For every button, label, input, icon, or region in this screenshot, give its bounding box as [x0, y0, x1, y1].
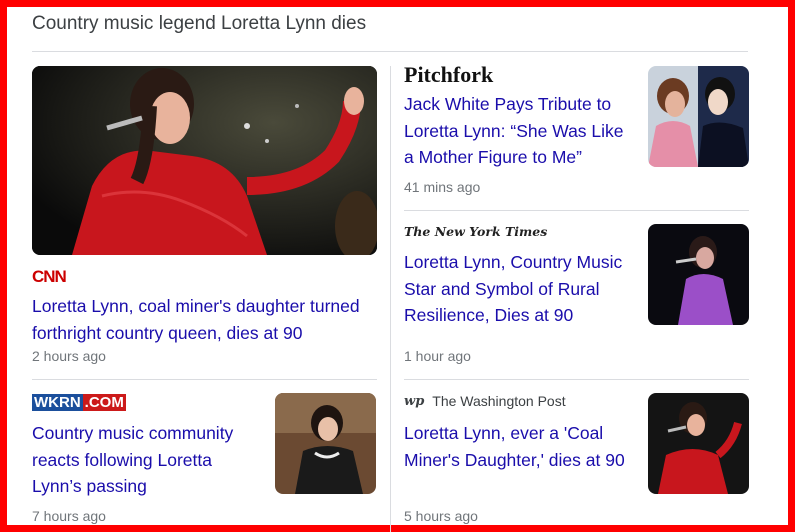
article-title-wapo[interactable]: Loretta Lynn, ever a 'Coal Miner's Daugh… — [404, 420, 644, 473]
title-line: a Mother Figure to Me” — [404, 147, 582, 167]
photo-illustration — [32, 66, 377, 255]
photo-illustration — [648, 393, 749, 494]
title-line: Loretta Lynn: “She Was Like — [404, 120, 624, 141]
column-divider — [390, 66, 391, 532]
wkrn-logo-part: WKRN — [32, 394, 83, 411]
publisher-wkrn-logo: WKRN .COM — [32, 394, 126, 411]
title-line: Country music community — [32, 423, 234, 443]
photo-illustration — [648, 66, 749, 167]
wp-logo-icon: wp — [404, 393, 425, 409]
article-time: 1 hour ago — [404, 348, 471, 364]
divider — [32, 51, 748, 52]
article-time: 7 hours ago — [32, 508, 106, 524]
title-line: Miner's Daughter,' dies at 90 — [404, 449, 625, 470]
wkrn-logo-part: .COM — [82, 394, 126, 411]
title-line: Lynn’s passing — [32, 476, 147, 496]
photo-illustration — [275, 393, 376, 494]
article-time: 41 mins ago — [404, 179, 481, 195]
title-line: Loretta Lynn, ever a 'Coal — [404, 423, 604, 443]
publisher-washington-post: wp The Washington Post — [404, 393, 566, 409]
title-line: Loretta Lynn, coal miner's daughter turn… — [32, 296, 360, 316]
title-line: Resilience, Dies at 90 — [404, 305, 574, 325]
article-thumbnail-purple-stage[interactable] — [648, 224, 749, 325]
article-image-loretta-singing[interactable] — [32, 66, 377, 255]
publisher-nyt-logo: The New York Times — [404, 224, 548, 239]
publisher-name: The Washington Post — [432, 393, 566, 409]
title-line: Star and Symbol of Rural — [404, 278, 600, 299]
title-line: Loretta Lynn, Country Music — [404, 252, 623, 272]
divider — [404, 379, 749, 380]
photo-illustration — [648, 224, 749, 325]
title-line: Jack White Pays Tribute to — [404, 94, 612, 114]
divider — [32, 379, 377, 380]
article-title-nyt[interactable]: Loretta Lynn, Country Music Star and Sym… — [404, 249, 639, 329]
article-time: 5 hours ago — [404, 508, 478, 524]
red-frame-bottom — [0, 525, 795, 532]
article-title-cnn[interactable]: Loretta Lynn, coal miner's daughter turn… — [32, 293, 377, 346]
article-time: 2 hours ago — [32, 348, 106, 364]
article-thumbnail-portrait[interactable] — [275, 393, 376, 494]
section-heading: Country music legend Loretta Lynn dies — [32, 13, 367, 34]
divider — [404, 210, 749, 211]
article-thumbnail-jack-white[interactable] — [648, 66, 749, 167]
publisher-cnn-logo: CNN — [32, 267, 67, 286]
article-title-pitchfork[interactable]: Jack White Pays Tribute to Loretta Lynn:… — [404, 91, 639, 171]
article-title-wkrn[interactable]: Country music community reacts following… — [32, 420, 267, 500]
title-line: forthright country queen, dies at 90 — [32, 322, 303, 343]
article-thumbnail-red-dress[interactable] — [648, 393, 749, 494]
publisher-pitchfork-logo: Pitchfork — [404, 62, 494, 87]
title-line: reacts following Loretta — [32, 449, 212, 470]
